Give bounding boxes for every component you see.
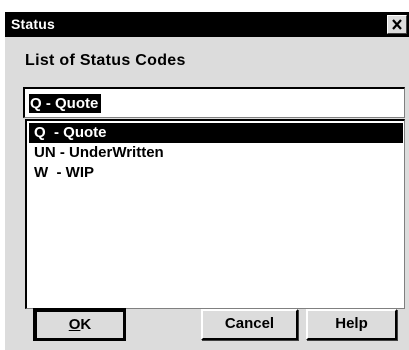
close-button[interactable] xyxy=(387,15,407,34)
ok-label-rest: K xyxy=(80,316,92,333)
status-code-field-value: Q - Quote xyxy=(29,94,102,113)
help-button-label: Help xyxy=(335,315,368,332)
help-button[interactable]: Help xyxy=(306,309,397,340)
status-dialog: Status List of Status Codes Q - Quote Q … xyxy=(5,12,409,350)
list-caption: List of Status Codes xyxy=(25,52,186,69)
status-code-field[interactable]: Q - Quote xyxy=(23,87,405,118)
ok-button[interactable]: OK xyxy=(33,308,126,341)
ok-button-label: OK xyxy=(69,316,92,333)
cancel-button-label: Cancel xyxy=(224,315,275,332)
window-title: Status xyxy=(11,16,55,32)
title-bar[interactable]: Status xyxy=(5,12,409,37)
list-item-underwritten[interactable]: UN - UnderWritten xyxy=(29,143,403,163)
status-code-list[interactable]: Q - Quote UN - UnderWritten W - WIP xyxy=(25,119,405,309)
cancel-button[interactable]: Cancel xyxy=(201,309,298,340)
close-icon xyxy=(392,19,402,30)
ok-mnemonic: O xyxy=(68,316,81,333)
list-item-quote[interactable]: Q - Quote xyxy=(29,123,403,143)
list-item-wip[interactable]: W - WIP xyxy=(29,163,403,183)
